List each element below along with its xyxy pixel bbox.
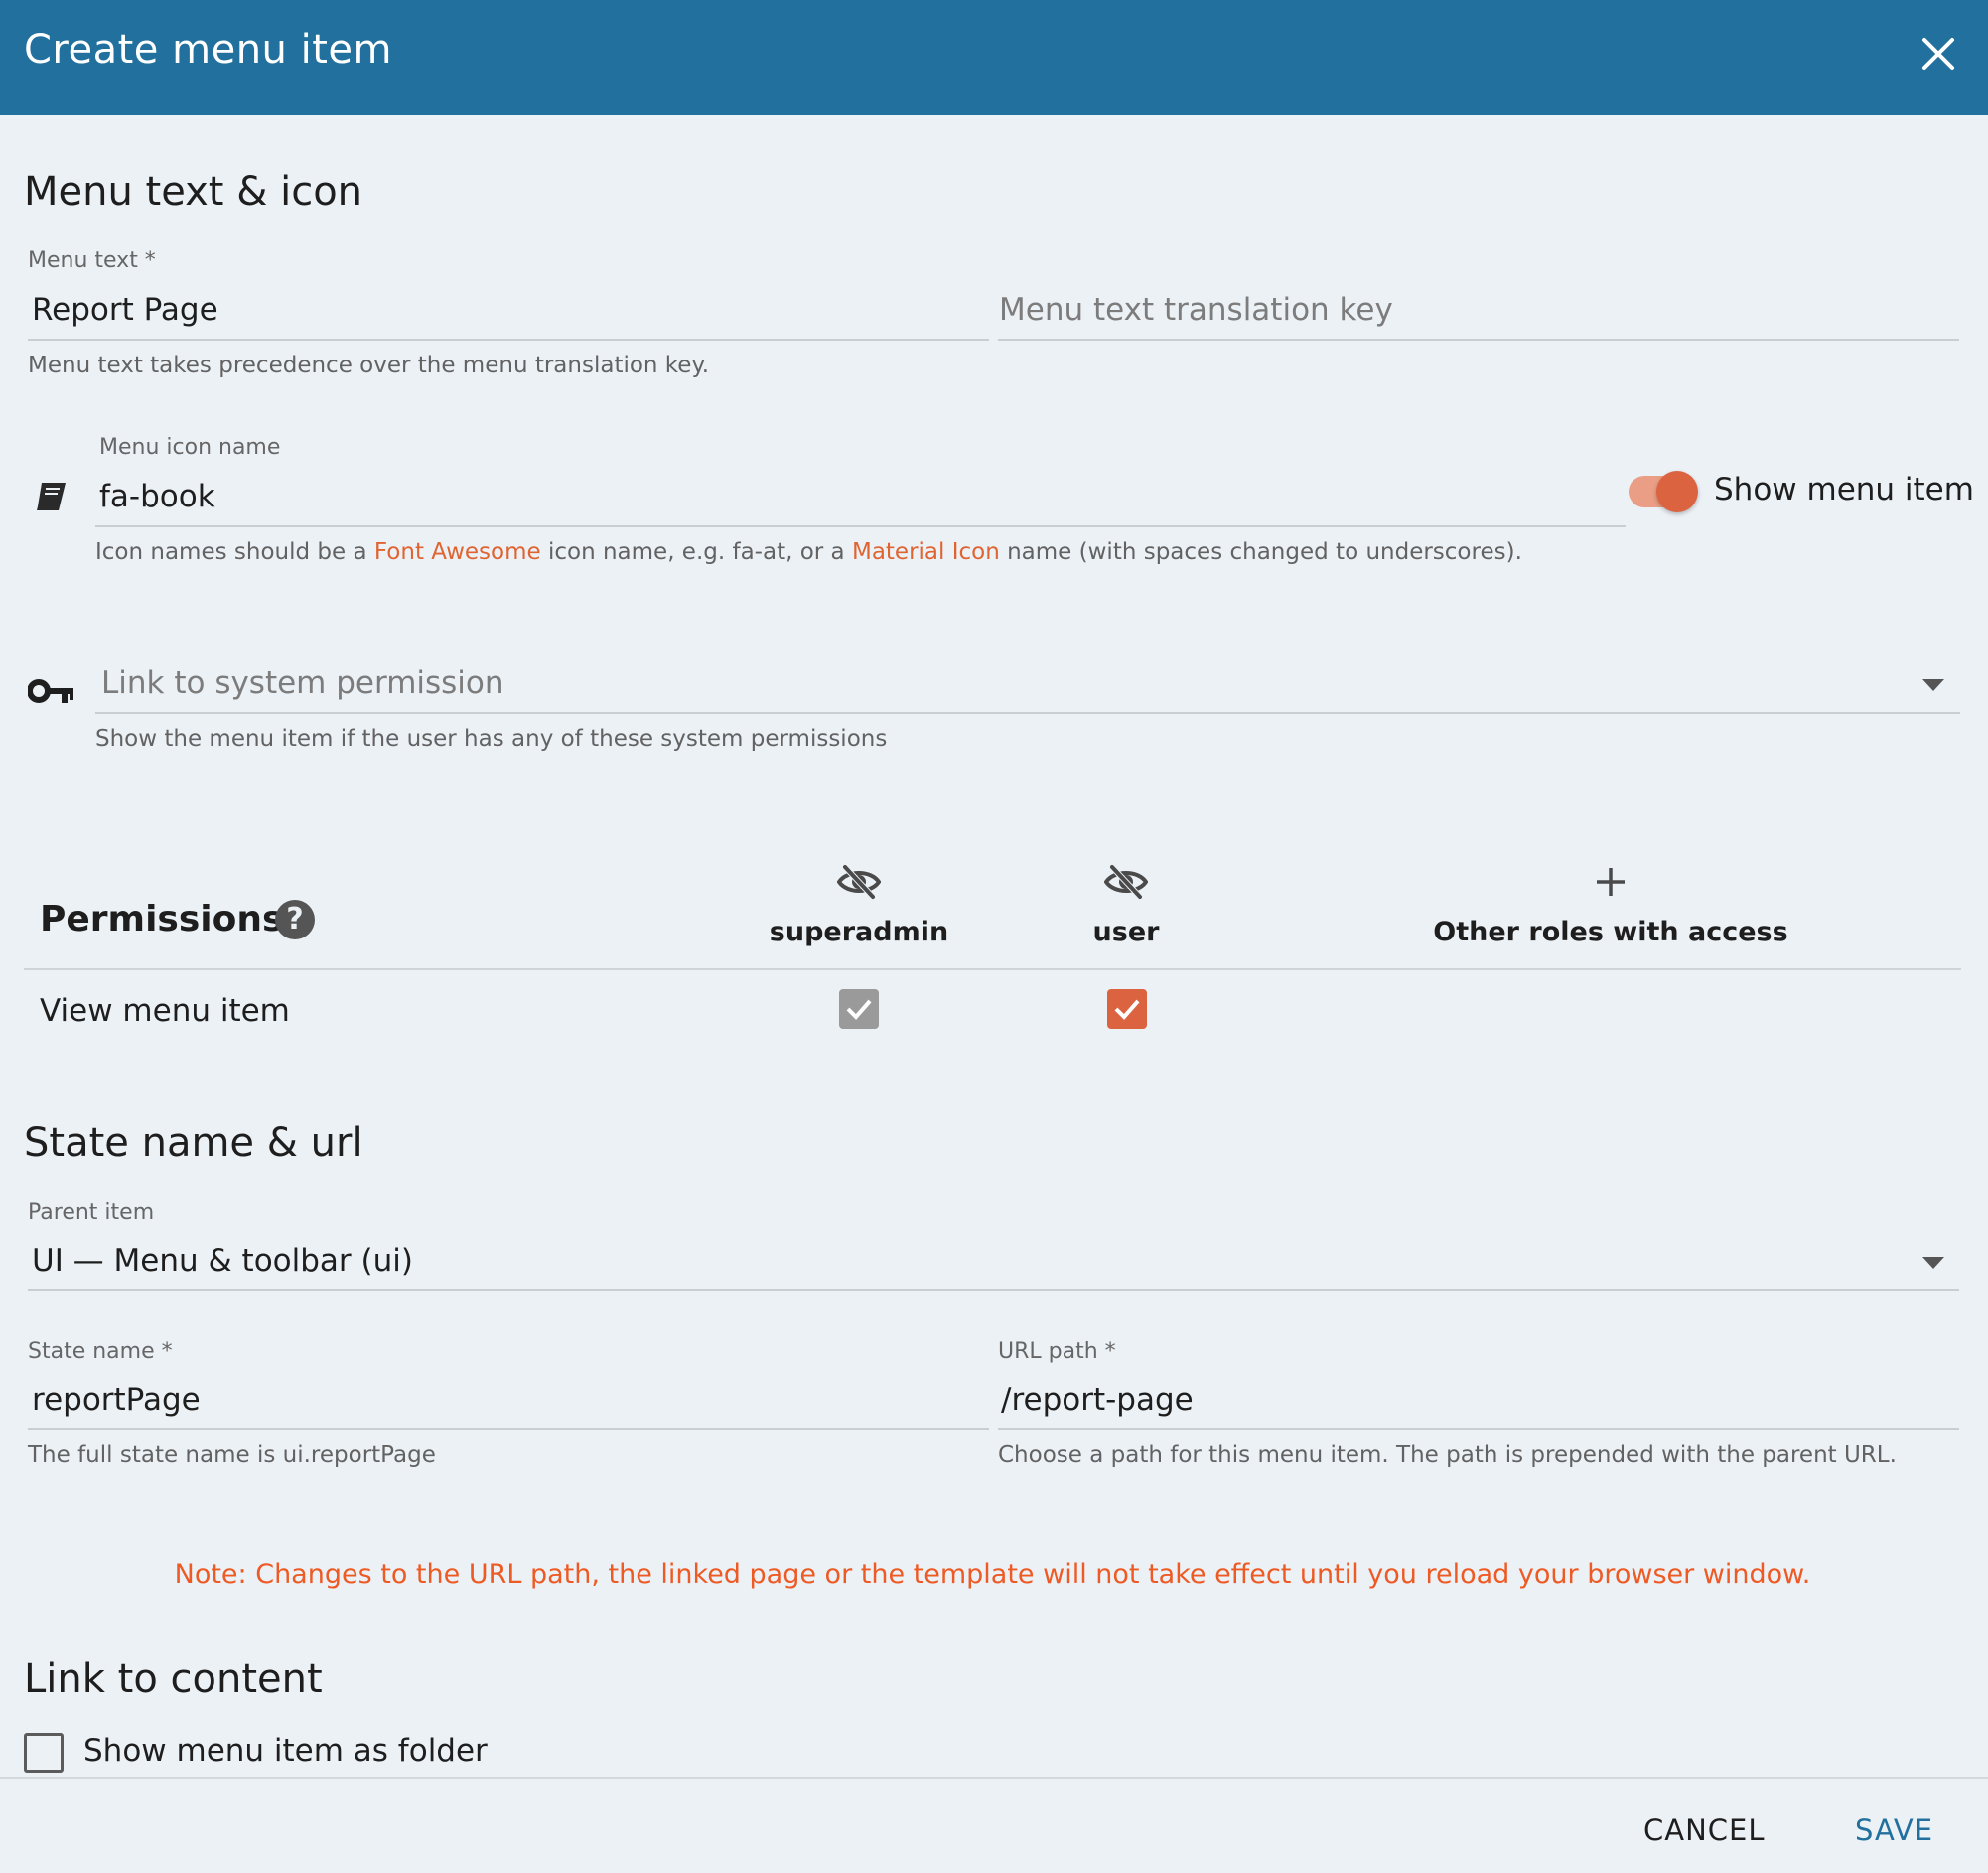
parent-item-underline <box>28 1289 1959 1291</box>
footer-divider <box>0 1777 1988 1779</box>
column-superadmin: superadmin <box>769 917 949 947</box>
state-name-label: State name * <box>28 1339 173 1364</box>
eye-off-icon[interactable] <box>1104 864 1148 900</box>
section-heading-state: State name & url <box>24 1120 363 1166</box>
parent-item-select[interactable]: UI — Menu & toolbar (ui) <box>32 1243 1899 1279</box>
check-icon <box>846 999 872 1020</box>
icon-hint-text: name (with spaces changed to underscores… <box>999 539 1522 565</box>
system-permission-underline <box>95 712 1960 714</box>
chevron-down-icon[interactable] <box>1922 679 1944 691</box>
help-icon[interactable]: ? <box>275 900 315 939</box>
show-as-folder-label: Show menu item as folder <box>83 1733 488 1769</box>
cancel-button[interactable]: CANCEL <box>1643 1813 1766 1847</box>
url-path-label: URL path * <box>998 1339 1116 1364</box>
state-name-hint: The full state name is ui.reportPage <box>28 1442 436 1468</box>
system-permission-select[interactable]: Link to system permission <box>101 665 1889 701</box>
translation-key-input[interactable]: Menu text translation key <box>999 292 1952 328</box>
icon-name-input[interactable]: fa-book <box>99 479 1619 514</box>
column-user: user <box>1092 917 1160 947</box>
icon-name-hint: Icon names should be a Font Awesome icon… <box>95 539 1522 565</box>
menu-text-hint: Menu text takes precedence over the menu… <box>28 353 710 378</box>
state-name-input[interactable]: reportPage <box>32 1382 985 1418</box>
user-view-checkbox[interactable] <box>1107 989 1147 1029</box>
translation-key-underline <box>998 339 1959 341</box>
key-icon <box>28 679 73 703</box>
column-other-roles: Other roles with access <box>1433 917 1788 947</box>
material-icon-link[interactable]: Material Icon <box>852 539 1000 565</box>
toggle-knob[interactable] <box>1656 471 1698 512</box>
url-path-input[interactable]: /report-page <box>1001 1382 1954 1418</box>
url-path-hint: Choose a path for this menu item. The pa… <box>998 1442 1897 1468</box>
show-as-folder-checkbox[interactable] <box>24 1733 64 1773</box>
menu-text-label: Menu text * <box>28 248 156 273</box>
close-icon[interactable] <box>1918 34 1958 73</box>
icon-name-underline <box>95 525 1626 527</box>
section-heading-menu-text: Menu text & icon <box>24 169 363 215</box>
superadmin-view-checkbox[interactable] <box>839 989 879 1029</box>
icon-hint-text: icon name, e.g. fa-at, or a <box>540 539 852 565</box>
save-button[interactable]: SAVE <box>1855 1813 1933 1847</box>
check-icon <box>1114 999 1140 1020</box>
section-heading-content: Link to content <box>24 1657 323 1702</box>
dialog-header: Create menu item <box>0 0 1988 115</box>
parent-item-label: Parent item <box>28 1200 155 1225</box>
menu-text-underline <box>28 339 989 341</box>
reload-note: Note: Changes to the URL path, the linke… <box>174 1559 1811 1590</box>
permissions-title: Permissions <box>40 899 284 939</box>
plus-icon[interactable] <box>1595 866 1627 898</box>
dialog-title: Create menu item <box>24 27 392 72</box>
icon-name-label: Menu icon name <box>99 435 281 460</box>
state-name-underline <box>28 1428 989 1430</box>
create-menu-item-dialog: Create menu item Menu text & icon Menu t… <box>0 0 1988 1873</box>
book-icon <box>37 483 66 510</box>
font-awesome-link[interactable]: Font Awesome <box>374 539 541 565</box>
permissions-divider <box>24 968 1961 970</box>
menu-text-input[interactable]: Report Page <box>32 292 985 328</box>
permission-row-label: View menu item <box>40 993 290 1029</box>
chevron-down-icon[interactable] <box>1922 1257 1944 1269</box>
icon-hint-text: Icon names should be a <box>95 539 374 565</box>
system-permission-hint: Show the menu item if the user has any o… <box>95 726 888 752</box>
show-menu-item-label: Show menu item <box>1714 472 1974 507</box>
url-path-underline <box>998 1428 1959 1430</box>
eye-off-icon[interactable] <box>837 864 881 900</box>
